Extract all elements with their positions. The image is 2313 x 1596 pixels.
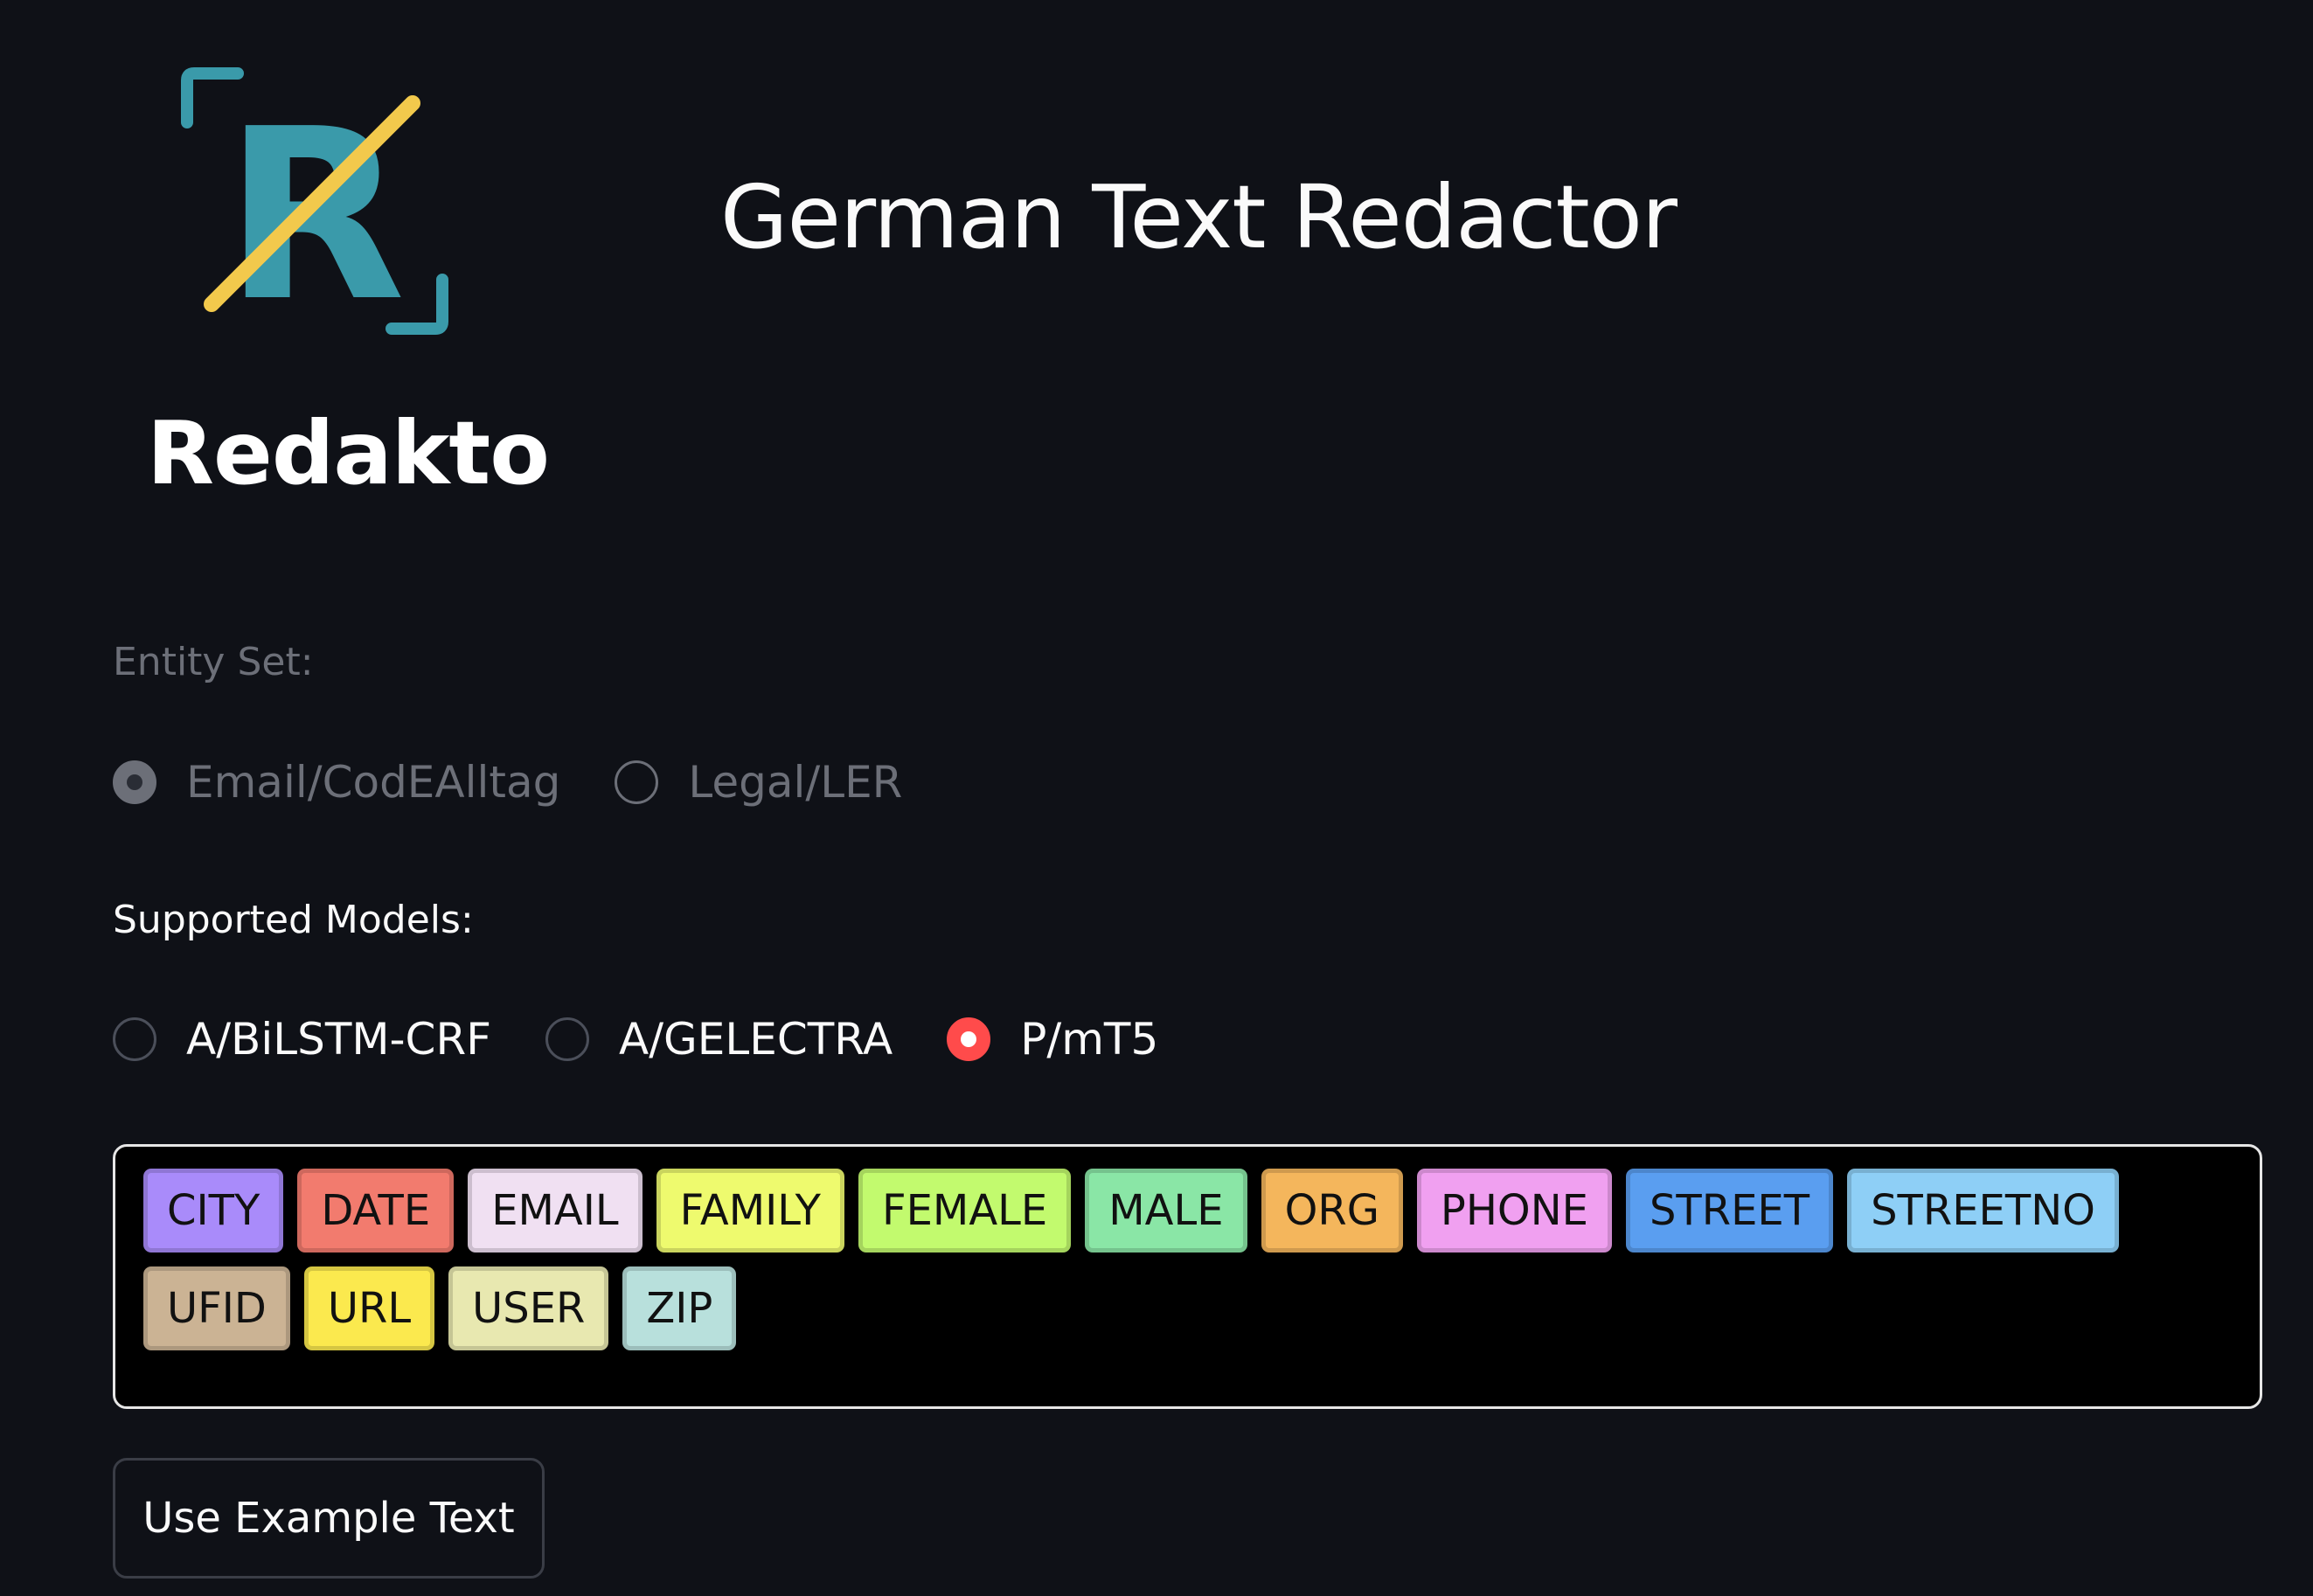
- use-example-text-button[interactable]: Use Example Text: [113, 1458, 545, 1579]
- entity-legend: CITY DATE EMAIL FAMILY FEMALE MALE ORG PHONE STR…: [113, 1144, 2262, 1409]
- page-title: German Text Redactor: [720, 166, 1677, 268]
- entity-tag-city: CITY: [143, 1169, 284, 1253]
- radio-model-mt5[interactable]: P/mT5: [947, 1014, 1158, 1065]
- entity-set-radio-group: Email/CodEAlltag Legal/LER: [113, 757, 956, 808]
- radio-model-gelectra[interactable]: A/GELECTRA: [545, 1014, 893, 1065]
- brand-name: Redakto: [147, 402, 550, 504]
- entity-tag-org: ORG: [1261, 1169, 1403, 1253]
- entity-tag-street: STREET: [1625, 1169, 1834, 1253]
- entity-tag-male: MALE: [1085, 1169, 1247, 1253]
- entity-tag-email: EMAIL: [468, 1169, 642, 1253]
- entity-tag-ufid: UFID: [143, 1266, 290, 1350]
- radio-label: Email/CodEAlltag: [186, 757, 561, 808]
- radio-unchecked-icon: [615, 760, 659, 804]
- radio-unchecked-icon: [113, 1017, 156, 1061]
- app-page: R Redakto German Text Redactor Entity Se…: [0, 0, 2313, 1596]
- radio-checked-icon: [947, 1017, 991, 1061]
- radio-entity-set-email[interactable]: Email/CodEAlltag: [113, 757, 560, 808]
- radio-entity-set-legal[interactable]: Legal/LER: [615, 757, 902, 808]
- radio-label: Legal/LER: [688, 757, 903, 808]
- entity-tag-zip: ZIP: [622, 1266, 737, 1350]
- radio-checked-icon: [113, 760, 156, 804]
- entity-tag-phone: PHONE: [1416, 1169, 1612, 1253]
- radio-label: A/GELECTRA: [618, 1014, 893, 1065]
- models-radio-group: A/BiLSTM-CRF A/GELECTRA P/mT5: [113, 1014, 1212, 1065]
- entity-tag-list: CITY DATE EMAIL FAMILY FEMALE MALE ORG PHONE STR…: [143, 1169, 2206, 1350]
- entity-tag-female: FEMALE: [858, 1169, 1072, 1253]
- entity-tag-url: URL: [303, 1266, 435, 1350]
- radio-model-bilstm[interactable]: A/BiLSTM-CRF: [113, 1014, 491, 1065]
- entity-tag-family: FAMILY: [656, 1169, 844, 1253]
- entity-tag-streetno: STREETNO: [1847, 1169, 2119, 1253]
- redacted-r-icon: R: [181, 67, 448, 341]
- radio-unchecked-icon: [545, 1017, 589, 1061]
- entity-tag-user: USER: [448, 1266, 609, 1350]
- entity-set-label: Entity Set:: [113, 640, 314, 684]
- radio-label: P/mT5: [1020, 1014, 1159, 1065]
- models-label: Supported Models:: [113, 898, 474, 942]
- radio-label: A/BiLSTM-CRF: [186, 1014, 491, 1065]
- entity-tag-date: DATE: [297, 1169, 455, 1253]
